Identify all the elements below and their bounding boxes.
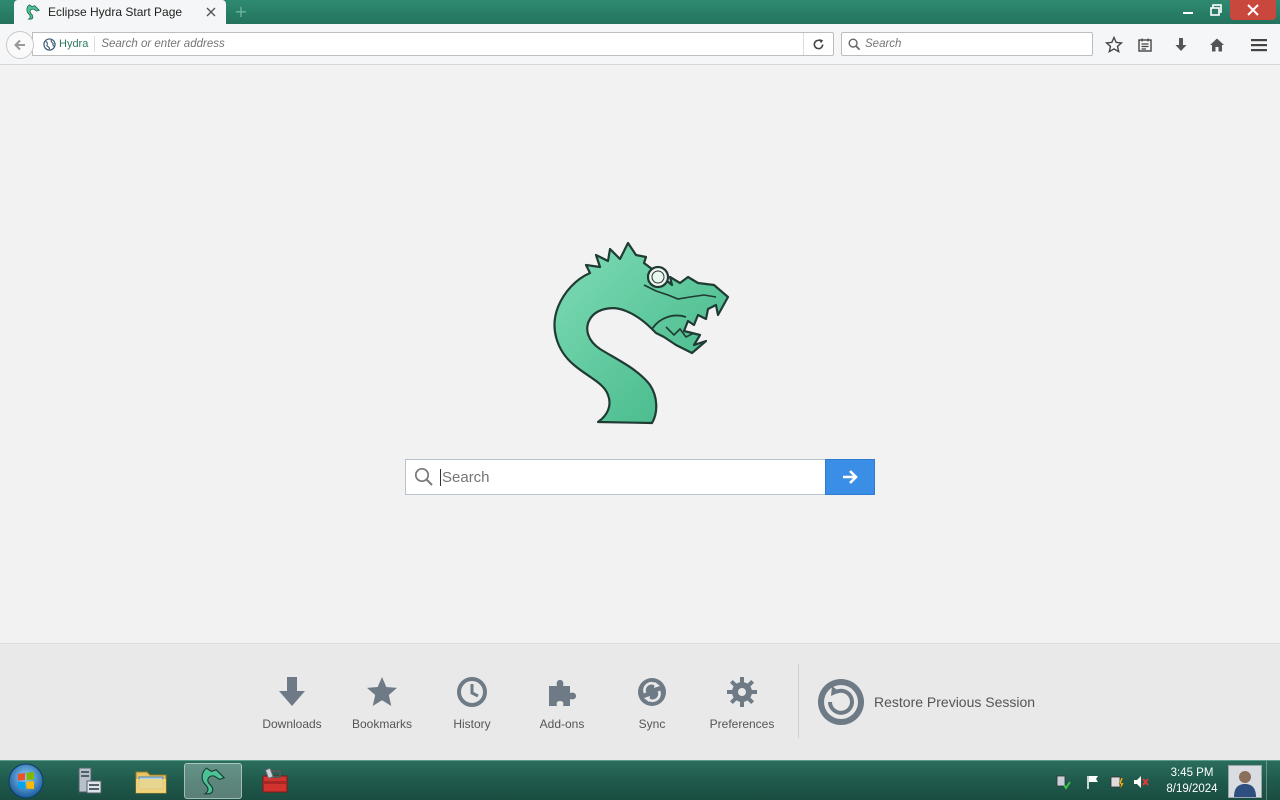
launcher-divider [798,664,799,738]
file-explorer-icon [135,771,167,794]
star-icon [1105,36,1123,54]
start-page-content [0,65,1280,643]
reload-icon [813,38,824,49]
star-icon [367,677,397,706]
windows-orb-icon [8,763,44,799]
launcher-addons[interactable]: Add-ons [517,674,607,738]
server-manager-icon [78,767,102,794]
power-icon [1110,776,1125,790]
close-window-button[interactable] [1230,0,1276,20]
restore-icon [818,679,864,725]
network-icon [1056,775,1071,790]
launcher-label: Add-ons [539,717,585,731]
menu-icon [1251,39,1267,52]
url-input[interactable] [95,38,803,50]
arrow-right-icon [843,470,858,484]
menu-button[interactable] [1248,34,1270,56]
minimize-button[interactable] [1174,0,1202,20]
flag-icon [1087,776,1098,789]
launcher-bookmarks[interactable]: Bookmarks [337,674,427,738]
main-search-input[interactable] [440,468,810,486]
toolbar-search-input[interactable] [865,38,1065,50]
home-button[interactable] [1206,34,1228,56]
maximize-button[interactable] [1202,0,1230,20]
launcher-label: Downloads [262,717,322,731]
toolbox-icon [262,767,288,793]
site-identity[interactable]: Hydra [33,36,96,52]
launcher-preferences[interactable]: Preferences [697,674,787,738]
user-icon [1234,771,1256,797]
launcher-label: Bookmarks [351,717,413,731]
tray-network[interactable] [1054,773,1072,791]
tray-action-center[interactable] [1084,773,1102,791]
restore-session-button[interactable]: Restore Previous Session [816,677,1035,727]
show-desktop-button[interactable] [1266,761,1280,800]
search-icon [414,467,433,486]
hydra-logo [553,241,730,425]
reading-list-icon [1138,38,1152,52]
launcher-downloads[interactable]: Downloads [247,674,337,738]
navigation-toolbar: Hydra [0,24,1280,65]
reload-button[interactable] [803,33,833,55]
clock-icon [457,677,487,707]
gear-icon [727,677,757,707]
user-avatar[interactable] [1228,765,1262,798]
back-button[interactable] [6,31,34,59]
home-icon [1210,38,1224,52]
restore-session-label: Restore Previous Session [874,694,1036,710]
close-tab-icon[interactable] [204,5,218,19]
taskbar-toolbox[interactable] [246,763,304,799]
main-search-field[interactable] [405,459,825,495]
hydra-browser-icon [201,767,226,795]
launcher-label: History [453,717,491,731]
start-button[interactable] [4,762,48,800]
speaker-muted-icon [1134,776,1149,788]
clock-time: 3:45 PM [1170,767,1214,779]
tray-power[interactable] [1108,773,1126,791]
launcher-sync[interactable]: Sync [607,674,697,738]
sync-icon [638,678,666,706]
title-bar: Eclipse Hydra Start Page + [0,0,1280,24]
launcher-bar: Downloads Bookmarks History Add-ons Sync… [0,643,1280,760]
search-go-button[interactable] [825,459,875,495]
downloads-button[interactable] [1170,34,1192,56]
globe-icon [43,37,56,51]
bookmark-star-button[interactable] [1103,34,1125,56]
taskbar: 3:45 PM 8/19/2024 [0,760,1280,800]
launcher-label: Sync [638,717,666,731]
tab-title: Eclipse Hydra Start Page [48,5,183,19]
puzzle-icon [549,680,576,706]
clock-date: 8/19/2024 [1166,783,1218,795]
new-tab-icon[interactable]: + [232,3,250,21]
identity-label: Hydra [59,38,89,50]
toolbar-search[interactable] [841,32,1093,56]
url-bar[interactable]: Hydra [32,32,834,56]
taskbar-server-manager[interactable] [60,763,118,799]
taskbar-hydra-browser[interactable] [184,763,242,799]
download-icon [1175,38,1187,51]
arrow-left-icon [14,39,25,51]
taskbar-clock[interactable]: 3:45 PM 8/19/2024 [1160,765,1224,797]
hydra-icon [26,4,40,20]
tab-start-page[interactable]: Eclipse Hydra Start Page [14,0,226,24]
launcher-label: Preferences [709,717,775,731]
download-icon [279,677,305,706]
taskbar-file-explorer[interactable] [122,763,180,799]
search-icon [848,38,861,50]
main-search [405,459,875,495]
tray-volume[interactable] [1132,773,1150,791]
launcher-history[interactable]: History [427,674,517,738]
reading-list-button[interactable] [1134,34,1156,56]
